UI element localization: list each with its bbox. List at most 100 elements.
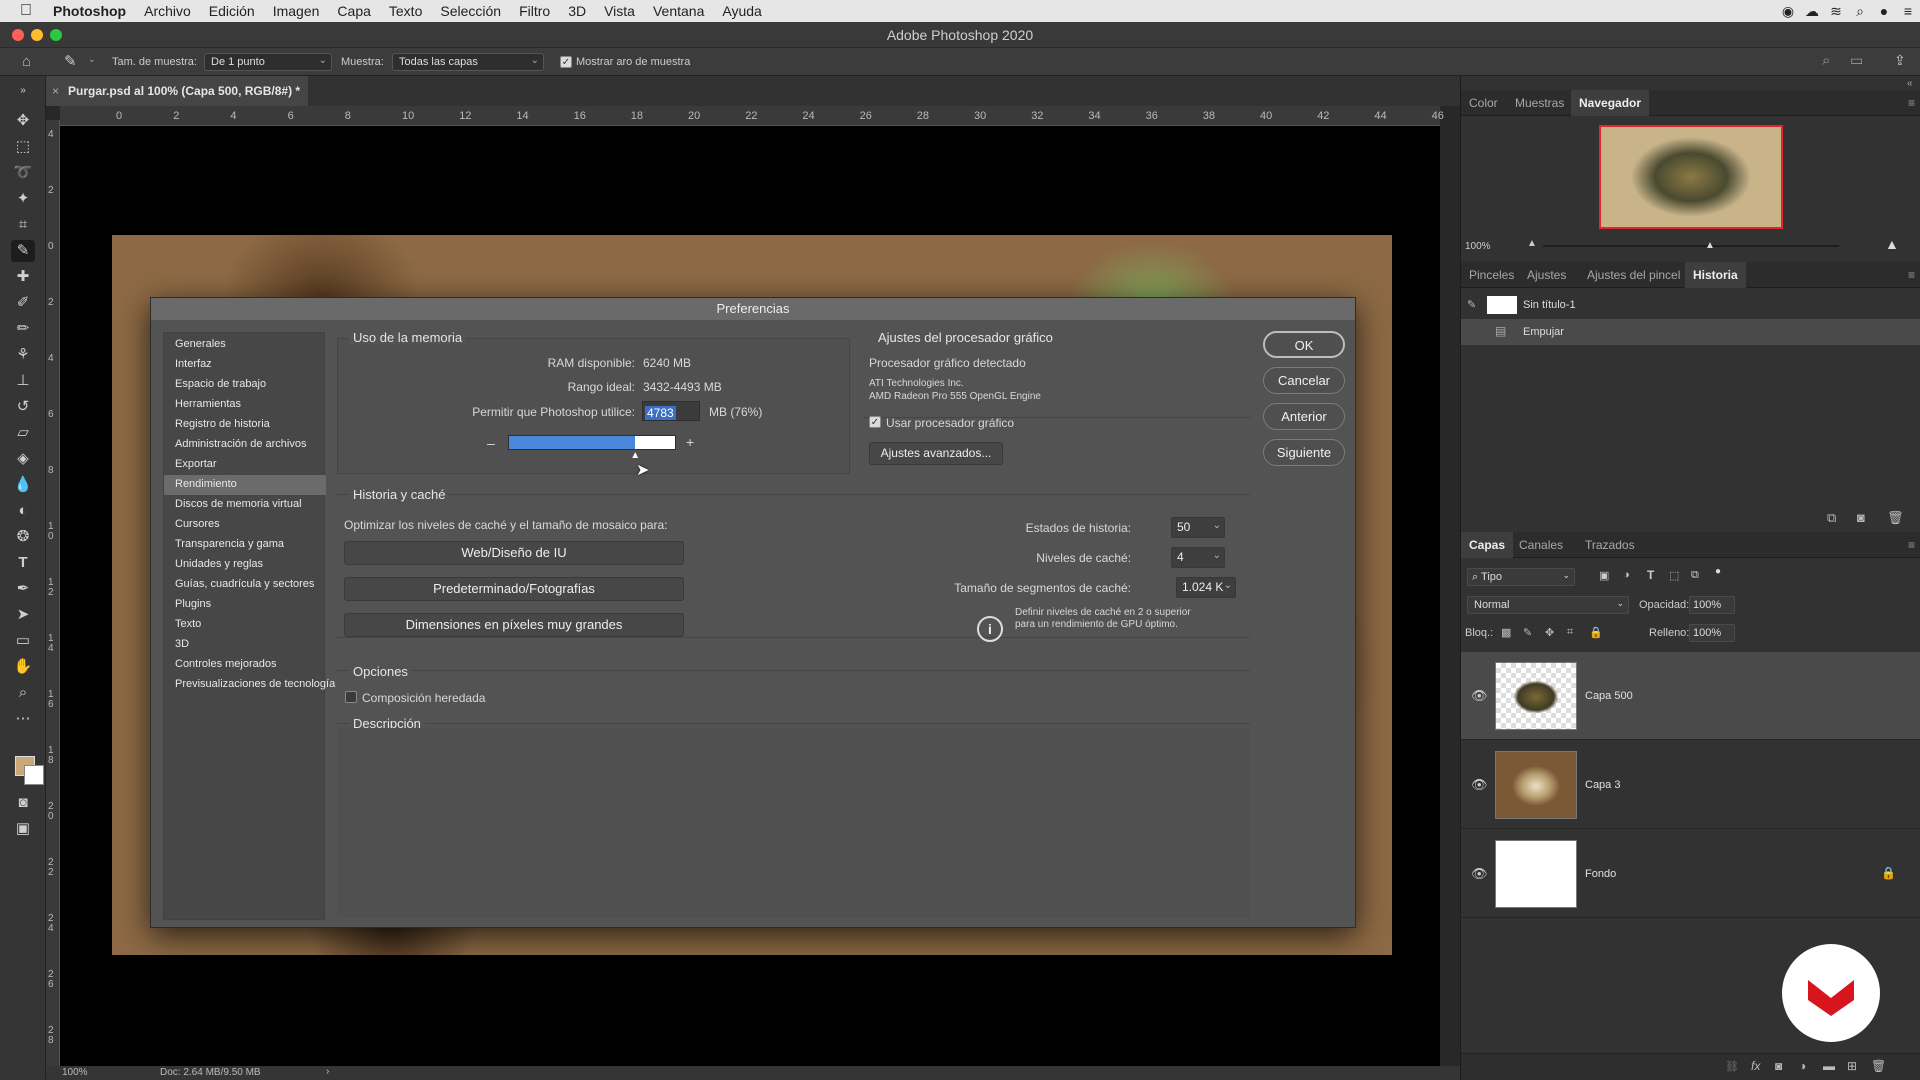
layer-filter-select[interactable]: ⌕ Tipo ⌄ (1467, 568, 1575, 586)
memory-increase-button[interactable]: + (686, 434, 694, 450)
history-step[interactable]: ▤ Empujar (1461, 319, 1920, 345)
collapse-toolbar-icon[interactable]: » (11, 80, 35, 102)
pen-tool-icon[interactable]: ✒ (11, 578, 35, 600)
sample-size-select[interactable]: De 1 punto ⌄ (204, 53, 332, 71)
new-group-icon[interactable]: ▬ (1823, 1059, 1835, 1073)
layer-name[interactable]: Fondo (1585, 868, 1616, 880)
healing-brush-tool-icon[interactable]: ✚ (11, 266, 35, 288)
fill-field[interactable]: 100% (1689, 624, 1735, 642)
nav-3d[interactable]: 3D (164, 635, 326, 655)
type-tool-icon[interactable]: T (11, 552, 35, 574)
collapse-panels-icon[interactable]: « (1907, 78, 1913, 89)
sponge-tool-icon[interactable]: ❂ (11, 526, 35, 548)
filter-type-icon[interactable]: T (1647, 568, 1654, 582)
menu-ventana[interactable]: Ventana (644, 0, 713, 22)
marquee-tool-icon[interactable]: ⬚ (11, 136, 35, 158)
menu-capa[interactable]: Capa (328, 0, 379, 22)
status-chevron-icon[interactable]: › (326, 1066, 329, 1077)
quick-mask-icon[interactable]: ◙ (11, 792, 35, 814)
layer-row[interactable]: 👁 Fondo 🔒 (1461, 830, 1920, 918)
eyedropper-tool-icon[interactable]: ✎ (11, 240, 35, 262)
menu-texto[interactable]: Texto (380, 0, 431, 22)
legacy-compositing-checkbox[interactable] (345, 691, 357, 703)
wifi-icon[interactable]: ≋ (1824, 3, 1848, 20)
blur-tool-icon[interactable]: 💧 (11, 474, 35, 496)
opacity-field[interactable]: 100% (1689, 596, 1735, 614)
nav-herramientas[interactable]: Herramientas (164, 395, 326, 415)
fx-icon[interactable]: fx (1751, 1059, 1760, 1073)
ok-button[interactable]: OK (1263, 331, 1345, 358)
use-gpu-checkbox[interactable]: ✓ (869, 416, 881, 428)
nav-exportar[interactable]: Exportar (164, 455, 326, 475)
nav-guias[interactable]: Guías, cuadrícula y sectores (164, 575, 326, 595)
layer-name[interactable]: Capa 500 (1585, 690, 1633, 702)
nav-generales[interactable]: Generales (164, 335, 326, 355)
tab-paths[interactable]: Trazados (1577, 532, 1643, 558)
navigator-thumbnail[interactable] (1599, 125, 1783, 229)
nav-cursores[interactable]: Cursores (164, 515, 326, 535)
zoom-in-icon[interactable]: ▲ (1885, 236, 1899, 252)
search-icon[interactable]: ⌕ (1822, 52, 1830, 69)
zoom-out-icon[interactable]: ▲ (1527, 238, 1537, 249)
lock-transparent-icon[interactable]: ▩ (1501, 626, 1511, 639)
snapshot-camera-icon[interactable]: ◙ (1857, 510, 1865, 525)
lock-position-icon[interactable]: ✥ (1545, 626, 1554, 639)
trash-icon[interactable]: 🗑 (1887, 510, 1904, 526)
panel-menu-icon[interactable]: ≡ (1908, 538, 1915, 552)
tool-preset-chevron-icon[interactable]: ⌄ (88, 54, 96, 65)
history-brush-tool-icon[interactable]: ↺ (11, 396, 35, 418)
nav-previsualizaciones[interactable]: Previsualizaciones de tecnología (164, 675, 335, 695)
default-photos-button[interactable]: Predeterminado/Fotografías (344, 577, 684, 601)
memory-amount-input[interactable]: 4783 (642, 401, 700, 421)
eraser-tool-icon[interactable]: ▱ (11, 422, 35, 444)
siri-icon[interactable]: ● (1872, 3, 1896, 19)
dodge-tool-icon[interactable]: ◐ (11, 500, 35, 522)
path-selection-tool-icon[interactable]: ➤ (11, 604, 35, 626)
background-color-swatch[interactable] (24, 765, 44, 785)
crop-tool-icon[interactable]: ⌗ (11, 214, 35, 236)
tab-color[interactable]: Color (1461, 90, 1506, 116)
nav-texto[interactable]: Texto (164, 615, 326, 635)
tab-channels[interactable]: Canales (1511, 532, 1571, 558)
nav-controles-mejorados[interactable]: Controles mejorados (164, 655, 326, 675)
layer-row[interactable]: 👁 Capa 500 (1461, 652, 1920, 740)
add-mask-icon[interactable]: ◙ (1775, 1059, 1782, 1073)
cancel-button[interactable]: Cancelar (1263, 367, 1345, 394)
sample-select[interactable]: Todas las capas ⌄ (392, 53, 544, 71)
nav-transparencia[interactable]: Transparencia y gama (164, 535, 326, 555)
advanced-settings-button[interactable]: Ajustes avanzados... (869, 442, 1003, 465)
menu-filtro[interactable]: Filtro (510, 0, 559, 22)
menu-imagen[interactable]: Imagen (264, 0, 329, 22)
lock-all-icon[interactable]: 🔒 (1589, 626, 1603, 639)
lock-pixels-icon[interactable]: ✎ (1523, 626, 1532, 639)
menu-archivo[interactable]: Archivo (135, 0, 200, 22)
lasso-tool-icon[interactable]: ➰ (11, 162, 35, 184)
tab-brushes[interactable]: Pinceles (1461, 262, 1522, 288)
filter-smart-object-icon[interactable]: ⧉ (1691, 569, 1699, 582)
menu-vista[interactable]: Vista (595, 0, 644, 22)
layer-row[interactable]: 👁 Capa 3 (1461, 741, 1920, 829)
nav-administracion-archivos[interactable]: Administración de archivos (164, 435, 326, 455)
show-ring-checkbox[interactable]: ✓ (560, 56, 572, 68)
share-icon[interactable]: ⇪ (1894, 52, 1906, 69)
nav-unidades-reglas[interactable]: Unidades y reglas (164, 555, 326, 575)
history-snapshot[interactable]: ✎ Sin título-1 (1461, 292, 1920, 318)
more-tools-icon[interactable]: ⋯ (11, 708, 35, 730)
zoom-tool-icon[interactable]: ⌕ (11, 682, 35, 704)
new-document-from-state-icon[interactable]: ⧉ (1827, 510, 1836, 526)
panel-menu-icon[interactable]: ≡ (1908, 96, 1915, 110)
visibility-eye-icon[interactable]: 👁 (1471, 777, 1488, 793)
lock-artboard-icon[interactable]: ⌗ (1567, 626, 1573, 639)
paint-bucket-tool-icon[interactable]: ◈ (11, 448, 35, 470)
history-brush-source-icon[interactable]: ✎ (1467, 298, 1476, 311)
tab-layers[interactable]: Capas (1461, 532, 1514, 558)
control-center-icon[interactable]: ≡ (1896, 3, 1920, 19)
nav-interfaz[interactable]: Interfaz (164, 355, 326, 375)
history-states-field[interactable]: 50 ⌄ (1171, 517, 1225, 538)
nav-espacio-trabajo[interactable]: Espacio de trabajo (164, 375, 326, 395)
document-tab[interactable]: × Purgar.psd al 100% (Capa 500, RGB/8#) … (46, 76, 308, 106)
visibility-eye-icon[interactable]: 👁 (1471, 688, 1488, 704)
panel-menu-icon[interactable]: ≡ (1908, 268, 1915, 282)
mixer-brush-tool-icon[interactable]: ⚘ (11, 344, 35, 366)
adjustment-layer-icon[interactable]: ◑ (1799, 1059, 1806, 1073)
